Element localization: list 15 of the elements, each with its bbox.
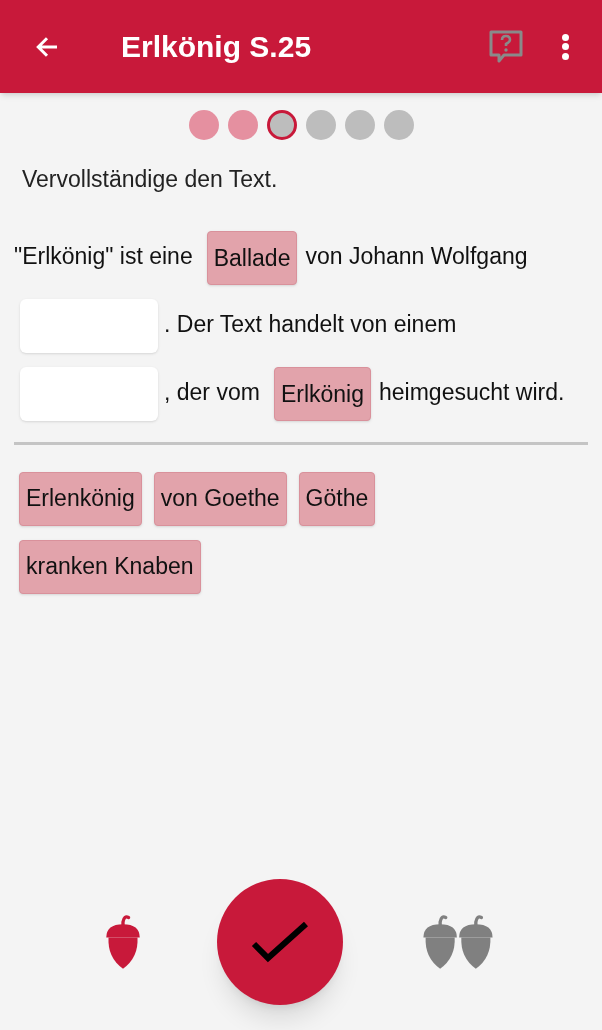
passage-text: "Erlkönig" ist eine [14,242,193,269]
passage-text: . Der Text handelt von einem [164,310,457,337]
more-icon[interactable] [560,33,570,60]
screen-title: Erlkönig S.25 [121,29,312,65]
answer-chip[interactable]: Erlkönig [273,366,371,421]
option-chip[interactable]: kranken Knaben [19,539,201,594]
passage-text: heimgesucht wird. [379,378,565,405]
passage-text: , der vom [164,378,260,405]
option-chip[interactable]: Göthe [298,471,376,526]
option-chip[interactable]: von Goethe [153,471,287,526]
check-icon [250,920,310,964]
answer-chip[interactable]: Ballade [206,230,298,285]
passage-text: von Johann Wolfgang [305,242,528,269]
option-chip[interactable]: Erlenkönig [19,471,142,526]
instruction-text: Vervollständige den Text. [22,165,279,194]
